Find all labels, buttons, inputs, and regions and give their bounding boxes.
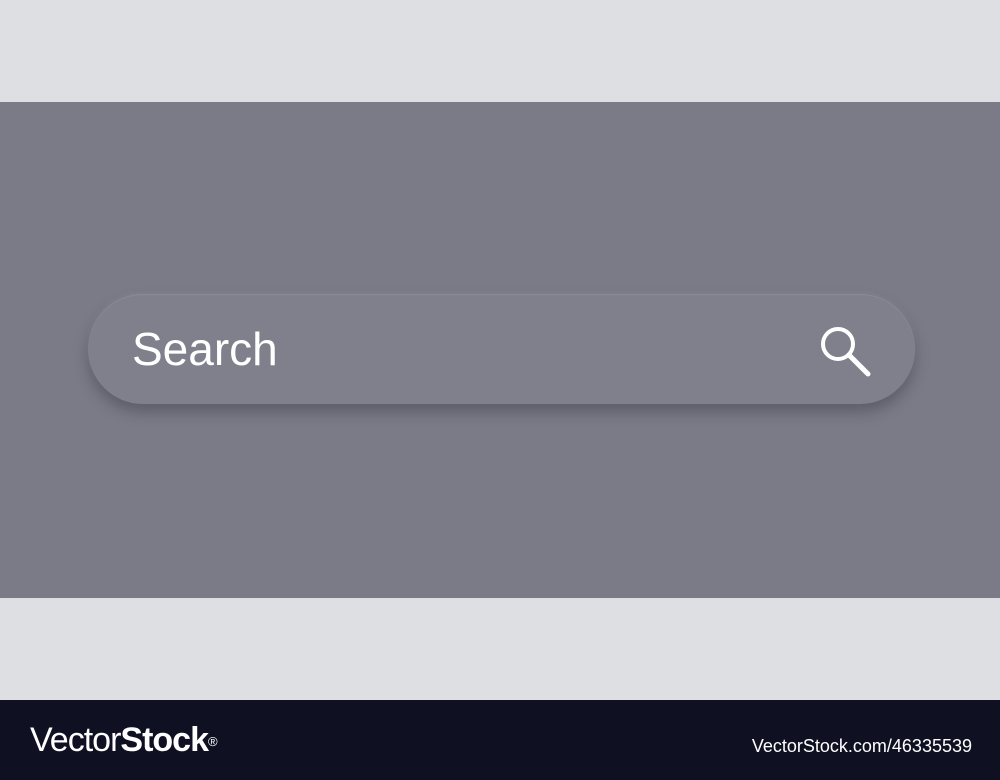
search-stage: [0, 102, 1000, 598]
registered-mark: ®: [207, 734, 218, 749]
search-button[interactable]: [814, 320, 874, 380]
watermark-footer: VectorStock® VectorStock.com/46335539: [0, 700, 1000, 780]
search-bar[interactable]: [88, 294, 915, 404]
bottom-band: [0, 598, 1000, 700]
logo-text-regular: Vector: [30, 721, 121, 759]
top-band: [0, 0, 1000, 102]
logo-text-bold: Stock: [120, 721, 209, 759]
image-id-label: VectorStock.com/46335539: [751, 736, 972, 756]
search-icon: [821, 327, 871, 377]
vectorstock-logo: VectorStock®: [30, 718, 218, 762]
search-input[interactable]: [132, 294, 732, 404]
